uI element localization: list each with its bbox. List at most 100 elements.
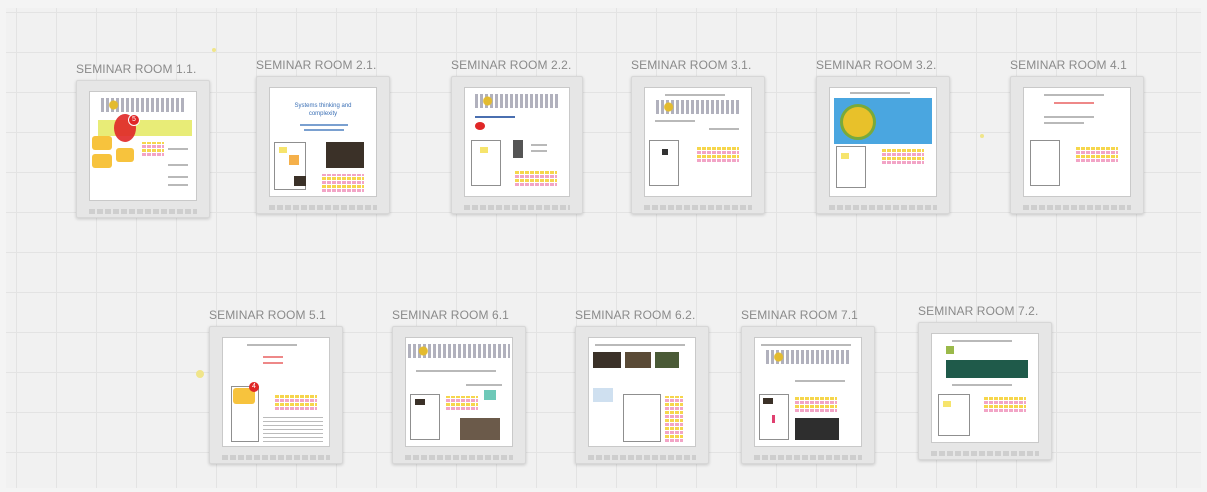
image-thumb xyxy=(415,399,425,405)
header-banner xyxy=(765,350,851,364)
sticky-notes-grid[interactable] xyxy=(984,396,1026,412)
image-thumb xyxy=(662,149,668,155)
uploaded-document[interactable] xyxy=(759,394,789,440)
sticky-note[interactable] xyxy=(289,155,299,165)
comment-bubble-icon[interactable] xyxy=(92,154,112,168)
room-document[interactable] xyxy=(1023,87,1131,197)
text-line xyxy=(168,176,188,178)
room-label: SEMINAR ROOM 6.1 xyxy=(392,308,509,322)
text-line xyxy=(466,384,502,386)
sticky-notes-grid[interactable] xyxy=(275,394,317,410)
header-banner xyxy=(100,98,186,112)
text-line xyxy=(850,92,910,94)
room-frame[interactable] xyxy=(1010,76,1144,214)
sticky-notes-grid[interactable] xyxy=(882,148,924,164)
comment-bubble-icon[interactable] xyxy=(116,148,134,162)
room-frame[interactable] xyxy=(575,326,709,464)
room-label: SEMINAR ROOM 7.2. xyxy=(918,304,1039,318)
location-pin-icon xyxy=(475,122,485,130)
sticky-note[interactable] xyxy=(480,147,488,153)
room-document[interactable] xyxy=(405,337,513,447)
video-thumbnail[interactable] xyxy=(795,418,839,440)
room-frame[interactable]: Systems thinking and complexity xyxy=(256,76,390,214)
text-line xyxy=(1044,94,1104,96)
notification-badge-icon: 5 xyxy=(128,114,140,126)
sticky-note[interactable] xyxy=(841,153,849,159)
text-line xyxy=(531,150,547,152)
room-label: SEMINAR ROOM 2.1. xyxy=(256,58,377,72)
text-line xyxy=(263,362,283,364)
uploaded-document[interactable] xyxy=(836,146,866,188)
pink-mark xyxy=(772,415,775,423)
person-photo[interactable] xyxy=(460,418,500,440)
text-line xyxy=(1044,122,1084,124)
sticky-notes-grid[interactable] xyxy=(1076,146,1118,162)
footer-caption xyxy=(89,209,197,214)
text-line xyxy=(1054,102,1094,104)
room-frame[interactable] xyxy=(918,322,1052,460)
footer-caption xyxy=(405,455,513,460)
canvas-dot xyxy=(196,370,204,378)
room-frame[interactable]: 4 xyxy=(209,326,343,464)
uploaded-document[interactable] xyxy=(1030,140,1060,186)
room-label: SEMINAR ROOM 6.2. xyxy=(575,308,696,322)
text-line xyxy=(795,380,845,382)
sticky-note[interactable] xyxy=(943,401,951,407)
sticky-notes-grid[interactable] xyxy=(697,146,739,162)
text-line xyxy=(952,384,1012,386)
room-label: SEMINAR ROOM 7.1 xyxy=(741,308,858,322)
uploaded-document[interactable] xyxy=(938,394,970,436)
room-document[interactable]: Systems thinking and complexity xyxy=(269,87,377,197)
image-thumb xyxy=(763,398,773,404)
room-document[interactable] xyxy=(829,87,937,197)
header-banner xyxy=(408,344,510,358)
sticky-notes-grid[interactable] xyxy=(795,396,837,412)
room-label: SEMINAR ROOM 5.1 xyxy=(209,308,326,322)
sticky-notes-grid[interactable] xyxy=(665,396,683,442)
sticky-note[interactable] xyxy=(484,390,496,400)
sticky-notes-grid[interactable] xyxy=(322,174,364,192)
sticky-notes-grid[interactable] xyxy=(446,396,478,410)
text-line xyxy=(263,356,283,358)
room-label: SEMINAR ROOM 4.1 xyxy=(1010,58,1127,72)
room-document[interactable] xyxy=(644,87,752,197)
chart-thumb xyxy=(593,388,613,402)
footer-caption xyxy=(222,455,330,460)
photo-thumbnail[interactable] xyxy=(593,352,621,368)
uploaded-document[interactable] xyxy=(410,394,440,440)
video-thumbnail[interactable] xyxy=(326,142,364,168)
sticky-notes-grid[interactable] xyxy=(515,170,557,186)
footer-caption xyxy=(931,451,1039,456)
photo-thumbnail[interactable] xyxy=(655,352,679,368)
sticky-note[interactable] xyxy=(279,147,287,153)
photo-thumbnail[interactable] xyxy=(625,352,651,368)
room-frame[interactable] xyxy=(451,76,583,214)
room-document[interactable] xyxy=(588,337,696,447)
uploaded-document[interactable] xyxy=(649,140,679,186)
phone-image xyxy=(513,140,523,158)
footer-caption xyxy=(588,455,696,460)
text-line xyxy=(475,116,515,118)
comment-bubble-icon[interactable] xyxy=(92,136,112,150)
text-line xyxy=(1044,116,1094,118)
room-frame[interactable] xyxy=(741,326,875,464)
uploaded-document[interactable] xyxy=(623,394,661,442)
room-frame[interactable] xyxy=(816,76,950,214)
text-line xyxy=(655,120,695,122)
header-banner xyxy=(655,100,741,114)
footer-caption xyxy=(464,205,570,210)
room-frame[interactable]: 5 xyxy=(76,80,210,218)
room-document[interactable]: 4 xyxy=(222,337,330,447)
sticky-notes-grid[interactable] xyxy=(142,142,164,156)
room-document[interactable] xyxy=(464,87,570,197)
text-line xyxy=(168,164,188,166)
room-frame[interactable] xyxy=(392,326,526,464)
uploaded-document[interactable] xyxy=(471,140,501,186)
room-document[interactable] xyxy=(754,337,862,447)
whiteboard-canvas[interactable]: SEMINAR ROOM 1.1. 5 SEMINAR ROOM 2.1. Sy… xyxy=(6,8,1201,488)
room-frame[interactable] xyxy=(631,76,765,214)
room-document[interactable] xyxy=(931,333,1039,443)
room-document[interactable]: 5 xyxy=(89,91,197,201)
photo-thumbnail[interactable] xyxy=(294,176,306,186)
footer-caption xyxy=(829,205,937,210)
